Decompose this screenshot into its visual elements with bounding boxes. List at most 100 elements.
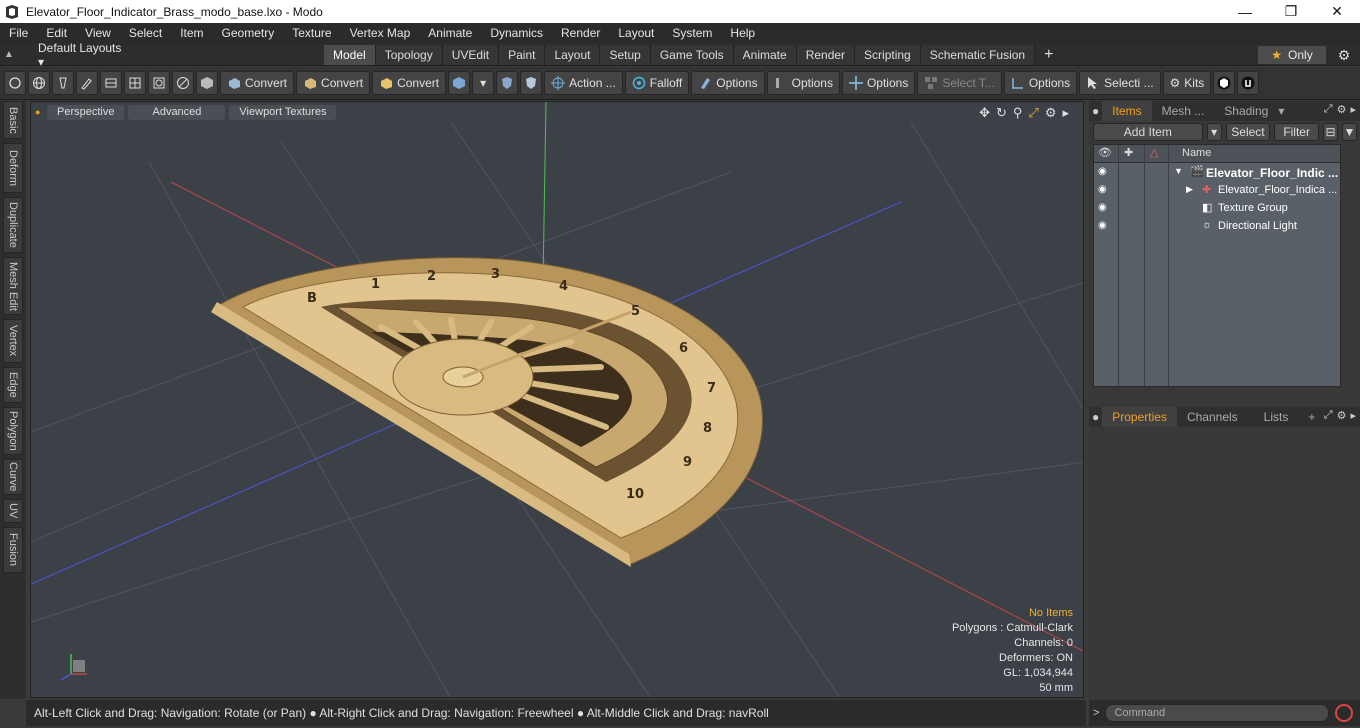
add-tab-icon[interactable]: + (1304, 407, 1319, 427)
visibility-column-icon[interactable]: 👁 (1098, 146, 1112, 159)
menu-help[interactable]: Help (721, 23, 764, 44)
convert-button-2[interactable]: Convert (296, 71, 371, 95)
unreal-icon[interactable] (1237, 71, 1260, 95)
brush-icon[interactable] (76, 71, 98, 95)
tab-scripting[interactable]: Scripting (855, 45, 921, 65)
tab-model[interactable]: Model (324, 45, 376, 65)
tree-row-mesh[interactable]: ◉ ▶ ✚ Elevator_Floor_Indica ... (1094, 182, 1340, 200)
shading-dropdown-icon[interactable]: ▾ (1278, 101, 1284, 121)
expand-arrow-right-icon[interactable]: ▶ (1186, 184, 1193, 195)
tab-uvedit[interactable]: UVEdit (442, 45, 500, 65)
name-column-header[interactable]: Name (1182, 147, 1211, 159)
material-mode-icon[interactable] (172, 71, 194, 95)
expand-panel-icon[interactable]: ⤢ (1324, 103, 1333, 116)
panel-arrow-icon[interactable]: ▸ (1350, 409, 1356, 422)
tab-channels[interactable]: Channels (1177, 407, 1248, 427)
menu-animate[interactable]: Animate (419, 23, 481, 44)
item-mode-icon[interactable] (148, 71, 170, 95)
tab-basic[interactable]: Basic (3, 101, 23, 139)
minimize-icon[interactable]: — (1222, 0, 1268, 23)
tab-properties[interactable]: Properties (1102, 407, 1177, 427)
convert-button-3[interactable]: Convert (372, 71, 447, 95)
options-button-1[interactable]: Options (691, 71, 765, 95)
expand-arrow-down-icon[interactable]: ▼ (1174, 166, 1183, 176)
advanced-button[interactable]: Advanced (128, 104, 226, 120)
options-button-4[interactable]: Options (1003, 71, 1078, 95)
add-tab-icon[interactable]: + (1035, 45, 1062, 65)
3d-viewport[interactable]: B 1 2 3 4 5 6 7 8 9 10 ● Perspective Adv… (30, 101, 1084, 698)
collapse-icon[interactable]: ⊟ (1323, 123, 1338, 141)
falloff-button[interactable]: Falloff (624, 71, 690, 95)
zoom-icon[interactable]: ⚲ (1013, 105, 1023, 121)
panel-gear-icon[interactable]: ⚙ (1337, 103, 1347, 116)
mesh-cube-icon[interactable] (448, 71, 471, 95)
unity-icon[interactable] (1213, 71, 1236, 95)
tree-row-directional-light[interactable]: ◉ ☼ Directional Light (1094, 218, 1340, 236)
tree-row-texture-group[interactable]: ◉ ◧ Texture Group (1094, 200, 1340, 218)
tab-topology[interactable]: Topology (375, 45, 443, 65)
convert-button-1[interactable]: Convert (220, 71, 295, 95)
eye-icon[interactable]: ◉ (1098, 202, 1107, 213)
panel-arrow-icon[interactable]: ▸ (1350, 103, 1356, 116)
tab-mesh-edit[interactable]: Mesh Edit (3, 257, 23, 315)
tab-animate[interactable]: Animate (733, 45, 797, 65)
tab-paint[interactable]: Paint (499, 45, 546, 65)
shield-icon[interactable] (496, 71, 519, 95)
perspective-button[interactable]: Perspective (47, 104, 125, 120)
grip-icon[interactable]: ▲ (0, 49, 18, 60)
pen-icon[interactable] (52, 71, 74, 95)
menu-texture[interactable]: Texture (283, 23, 340, 44)
action-button[interactable]: Action ... (544, 71, 623, 95)
tab-duplicate[interactable]: Duplicate (3, 197, 23, 253)
options-button-3[interactable]: Options (841, 71, 916, 95)
viewport-expand-icon[interactable]: ▸ (1062, 105, 1069, 121)
panel-grip-icon[interactable]: ● (1089, 101, 1102, 121)
eye-icon[interactable]: ◉ (1098, 166, 1107, 177)
add-item-dropdown-icon[interactable]: ▾ (1206, 123, 1222, 141)
add-item-button[interactable]: Add Item (1093, 123, 1203, 141)
gear-icon[interactable]: ⚙ (1334, 46, 1354, 64)
tab-schematic-fusion[interactable]: Schematic Fusion (920, 45, 1036, 65)
tab-lists[interactable]: Lists (1248, 407, 1305, 427)
panel-grip-icon[interactable]: ● (1089, 407, 1102, 427)
shield-alt-icon[interactable] (520, 71, 543, 95)
move-icon[interactable]: ✥ (979, 105, 990, 121)
tab-shading[interactable]: Shading (1214, 101, 1278, 121)
panel-gear-icon[interactable]: ⚙ (1337, 409, 1347, 422)
default-layouts-dropdown[interactable]: Default Layouts ▾ (18, 41, 128, 69)
menu-render[interactable]: Render (552, 23, 609, 44)
only-toggle-button[interactable]: ★ Only (1258, 46, 1326, 64)
viewport-gear-icon[interactable]: ⚙ (1045, 105, 1057, 121)
kits-button[interactable]: ⚙ Kits (1162, 71, 1212, 95)
close-icon[interactable]: ✕ (1314, 0, 1360, 23)
tab-edge[interactable]: Edge (3, 367, 23, 403)
tab-game-tools[interactable]: Game Tools (650, 45, 734, 65)
cube-icon[interactable] (196, 71, 218, 95)
viewport-textures-button[interactable]: Viewport Textures (229, 104, 337, 120)
command-chevron-icon[interactable]: > (1093, 707, 1099, 719)
tab-fusion[interactable]: Fusion (3, 527, 23, 573)
menu-vertex-map[interactable]: Vertex Map (341, 23, 420, 44)
edge-mode-icon[interactable] (100, 71, 122, 95)
tab-polygon[interactable]: Polygon (3, 407, 23, 455)
tab-vertex[interactable]: Vertex (3, 319, 23, 363)
expand-panel-icon[interactable]: ⤢ (1324, 409, 1333, 422)
menu-geometry[interactable]: Geometry (213, 23, 284, 44)
maximize-icon[interactable]: ❐ (1268, 0, 1314, 23)
menu-layout[interactable]: Layout (609, 23, 663, 44)
tab-mesh[interactable]: Mesh ... (1152, 101, 1215, 121)
lock-column-icon[interactable]: ✚ (1124, 146, 1133, 159)
render-column-icon[interactable]: △ (1150, 146, 1158, 159)
item-list-tree[interactable]: 👁 ✚ △ Name ◉ ▼ 🎬 Elevator_Floor_Indic ..… (1093, 144, 1341, 387)
globe-icon[interactable] (28, 71, 50, 95)
select-t-button[interactable]: Select T... (917, 71, 1002, 95)
tree-row-scene[interactable]: ◉ ▼ 🎬 Elevator_Floor_Indic ... (1094, 164, 1340, 182)
viewport-scene[interactable]: B 1 2 3 4 5 6 7 8 9 10 (31, 102, 1084, 698)
select-button[interactable]: Select (1225, 123, 1271, 141)
filter-funnel-icon[interactable]: ▼ (1341, 123, 1357, 141)
chevron-down-icon[interactable]: ▾ (472, 71, 495, 95)
tab-items[interactable]: Items (1102, 101, 1152, 121)
polygon-mode-icon[interactable] (124, 71, 146, 95)
vertex-mode-icon[interactable] (4, 71, 26, 95)
command-input[interactable]: Command (1105, 704, 1330, 722)
